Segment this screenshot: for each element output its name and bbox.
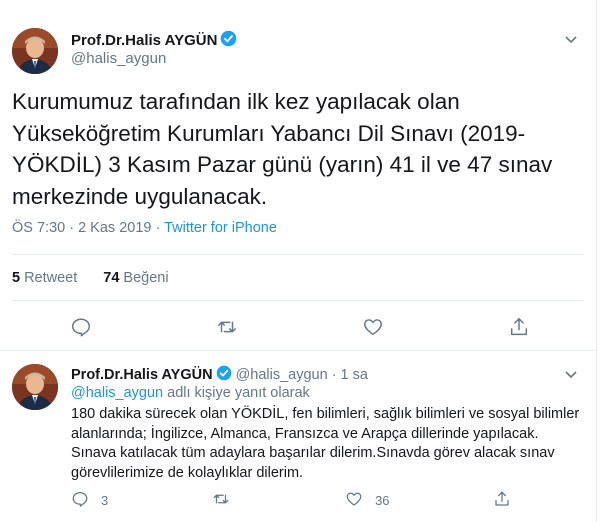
author-handle[interactable]: @halis_aygun: [71, 50, 166, 67]
reply-actions: 3 36: [71, 490, 511, 511]
like-icon[interactable]: [362, 316, 384, 338]
like-action[interactable]: 36: [345, 490, 390, 511]
reply-timestamp[interactable]: · 1 sa: [332, 367, 368, 383]
reply-author-handle[interactable]: @halis_aygun: [236, 367, 328, 383]
author-name[interactable]: Prof.Dr.Halis AYGÜN: [71, 30, 237, 51]
divider: [12, 300, 584, 301]
share-icon[interactable]: [493, 490, 511, 511]
chevron-down-icon[interactable]: [564, 367, 578, 385]
author-avatar[interactable]: [12, 28, 58, 74]
retweet-count: 5: [12, 270, 21, 286]
divider: [12, 254, 584, 255]
retweet-stat[interactable]: 5 Retweet: [12, 270, 77, 286]
reply-to-handle-link[interactable]: @halis_aygun: [71, 385, 163, 401]
share-icon[interactable]: [508, 316, 530, 338]
reply-author-name[interactable]: Prof.Dr.Halis AYGÜN: [71, 367, 213, 383]
replying-to: @halis_aygun adlı kişiye yanıt olarak: [71, 385, 310, 401]
reply-text: 180 dakika sürecek olan YÖKDİL, fen bili…: [71, 406, 580, 481]
tweet-text: Kurumumuz tarafından ilk kez yapılacak o…: [12, 89, 553, 209]
verified-badge-icon: [216, 365, 232, 385]
tweet-source-link[interactable]: Twitter for iPhone: [164, 220, 277, 236]
retweet-icon[interactable]: [212, 490, 230, 511]
chevron-down-icon[interactable]: [564, 32, 578, 50]
author-name-text[interactable]: Prof.Dr.Halis AYGÜN: [71, 32, 217, 49]
like-count: 36: [375, 493, 390, 508]
retweet-action[interactable]: [212, 490, 242, 511]
like-count: 74: [103, 270, 120, 286]
tweet-actions: [70, 316, 530, 338]
share-action[interactable]: [493, 490, 511, 511]
tweet-timestamp[interactable]: ÖS 7:30 · 2 Kas 2019 ·: [12, 220, 164, 236]
tweet-stats: 5 Retweet 74 Beğeni: [12, 270, 169, 286]
tweet-thread: Prof.Dr.Halis AYGÜN @halis_aygun Kurumum…: [0, 0, 597, 522]
like-label: Beğeni: [123, 270, 169, 286]
reply-to-suffix: adlı kişiye yanıt olarak: [163, 385, 310, 401]
like-stat[interactable]: 74 Beğeni: [103, 270, 168, 286]
like-icon[interactable]: [345, 490, 363, 511]
retweet-label: Retweet: [24, 270, 78, 286]
reply-author-avatar[interactable]: [12, 364, 58, 410]
tweet-meta: ÖS 7:30 · 2 Kas 2019 · Twitter for iPhon…: [12, 220, 277, 236]
divider: [0, 350, 596, 351]
reply-icon[interactable]: [70, 316, 92, 338]
retweet-icon[interactable]: [216, 316, 238, 338]
verified-badge-icon: [220, 30, 237, 51]
reply-count: 3: [101, 493, 109, 508]
reply-icon[interactable]: [71, 490, 89, 511]
reply-header: Prof.Dr.Halis AYGÜN @halis_aygun · 1 sa: [71, 365, 368, 385]
reply-action[interactable]: 3: [71, 490, 108, 511]
